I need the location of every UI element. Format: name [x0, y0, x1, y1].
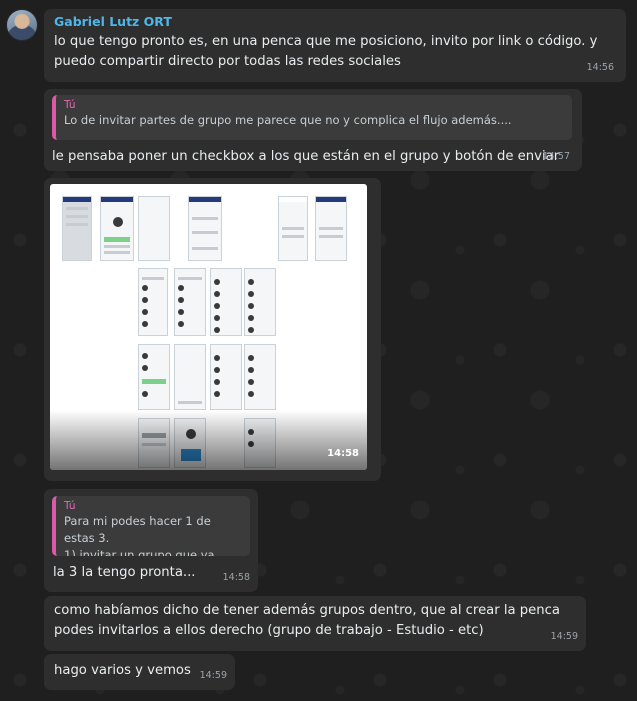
message-time: 14:57 [542, 151, 570, 162]
message-bubble[interactable]: Gabriel Lutz ORT lo que tengo pronto es,… [44, 9, 626, 82]
mockup-screen [62, 196, 92, 261]
mockup-screen [138, 196, 170, 261]
image-shade [50, 410, 367, 470]
image-thumbnail[interactable]: 14:58 [50, 184, 367, 470]
mockup-screen [174, 344, 206, 410]
message-text: la 3 la tengo pronta... [53, 565, 196, 580]
message-text: le pensaba poner un checkbox a los que e… [52, 149, 560, 164]
mockup-screen [138, 268, 168, 336]
message-text: como habíamos dicho de tener además grup… [54, 603, 560, 638]
message-time: 14:58 [222, 572, 250, 583]
message-time: 14:56 [586, 62, 614, 73]
mockup-screen [210, 268, 242, 336]
message-bubble[interactable]: Tú Lo de invitar partes de grupo me pare… [44, 89, 582, 171]
mockup-screen [315, 196, 347, 261]
message-bubble[interactable]: como habíamos dicho de tener además grup… [44, 596, 586, 651]
message-time: 14:59 [550, 631, 578, 642]
quoted-message[interactable]: Tú Lo de invitar partes de grupo me pare… [52, 95, 572, 140]
message-time: 14:59 [199, 670, 227, 681]
quote-text: Lo de invitar partes de grupo me parece … [64, 113, 512, 127]
message-text: lo que tengo pronto es, en una penca que… [54, 34, 598, 69]
quote-author: Tú [64, 500, 76, 512]
image-message-bubble[interactable]: 14:58 [44, 178, 381, 481]
mockup-screen [210, 344, 242, 410]
quote-text: 1) invitar un grupo que ya exist... [64, 548, 215, 556]
quoted-message[interactable]: Tú Para mi podes hacer 1 de estas 3. 1) … [52, 496, 250, 556]
message-bubble[interactable]: Tú Para mi podes hacer 1 de estas 3. 1) … [44, 489, 258, 592]
mockup-screen [244, 344, 276, 410]
message-bubble[interactable]: hago varios y vemos 14:59 [44, 654, 235, 690]
sender-avatar[interactable] [6, 9, 38, 41]
mockup-screen [244, 268, 276, 336]
quote-text: Para mi podes hacer 1 de estas 3. [64, 514, 211, 545]
mockup-screen [100, 196, 134, 261]
quote-author: Tú [64, 99, 76, 111]
message-time: 14:58 [327, 448, 359, 459]
mockup-screen [278, 196, 308, 261]
mockup-screen [138, 344, 170, 410]
mockup-screen [174, 268, 206, 336]
sender-name[interactable]: Gabriel Lutz ORT [54, 14, 616, 30]
mockup-screen [188, 196, 222, 261]
